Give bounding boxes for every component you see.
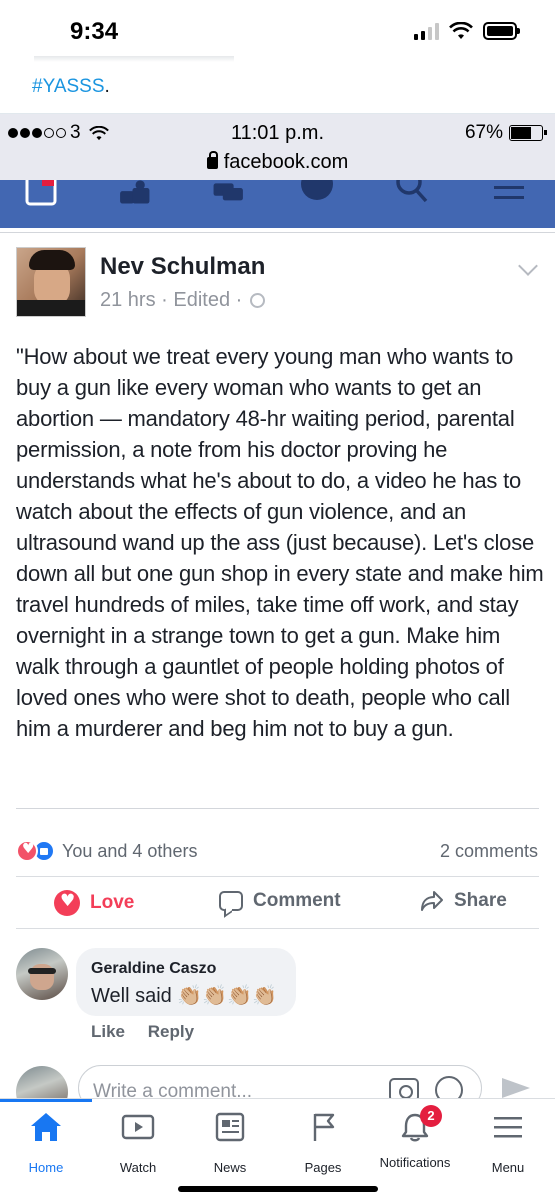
tab-menu[interactable]: Menu — [462, 1111, 554, 1175]
wifi-icon — [449, 22, 473, 39]
inner-battery-icon — [509, 125, 547, 141]
comment-icon — [219, 891, 243, 911]
reaction-summary[interactable]: You and 4 others — [62, 841, 197, 862]
share-icon — [421, 891, 443, 911]
pages-flag-icon — [313, 1113, 335, 1141]
bottom-tab-bar: Home Watch News Pages 2 Notifications Me… — [0, 1098, 555, 1200]
globe-icon — [249, 293, 265, 308]
tab-pages-label: Pages — [304, 1160, 342, 1175]
love-button[interactable]: Love — [54, 890, 134, 916]
inner-status-bar: 3 11:01 p.m. 67% facebook.com — [0, 114, 555, 180]
home-icon — [31, 1113, 61, 1141]
messages-icon[interactable] — [212, 180, 246, 210]
reactions-row[interactable]: You and 4 others 2 comments — [0, 836, 555, 866]
newsfeed-icon[interactable] — [24, 180, 58, 210]
hashtag-link[interactable]: #YASSS — [32, 76, 105, 97]
status-time: 9:34 — [70, 18, 119, 45]
post-card: Nev Schulman 21 hrs · Edited · "How abou… — [0, 232, 555, 810]
chevron-down-icon[interactable] — [518, 256, 538, 276]
tab-watch-label: Watch — [119, 1160, 157, 1175]
notification-badge: 2 — [420, 1105, 442, 1127]
search-nav-icon[interactable] — [395, 180, 429, 210]
comment-author[interactable]: Geraldine Caszo — [91, 960, 216, 978]
friends-icon[interactable] — [117, 180, 151, 210]
love-reaction-icon — [16, 840, 38, 862]
comment-button[interactable]: Comment — [219, 890, 341, 912]
post-meta: 21 hrs · Edited · — [100, 289, 265, 312]
battery-icon — [483, 22, 520, 40]
tab-news-label: News — [213, 1160, 247, 1175]
lock-icon — [206, 151, 218, 169]
share-button[interactable]: Share — [420, 890, 507, 912]
url-bar[interactable]: facebook.com — [0, 151, 555, 174]
comments-count[interactable]: 2 comments — [440, 841, 538, 862]
comment-like-link[interactable]: Like — [91, 1022, 125, 1041]
tab-notifications-label: Notifications — [379, 1155, 451, 1170]
tab-home-label: Home — [28, 1160, 64, 1175]
love-label: Love — [90, 892, 135, 913]
url-text: facebook.com — [223, 151, 349, 173]
love-icon — [54, 890, 80, 916]
tab-home[interactable]: Home — [0, 1111, 92, 1175]
comment-label: Comment — [253, 890, 341, 911]
tab-notifications[interactable]: 2 Notifications — [369, 1105, 461, 1170]
hashtag-line: #YASSS. — [32, 76, 110, 98]
menu-nav-icon[interactable] — [492, 180, 526, 210]
comment-actions: Like Reply — [91, 1022, 212, 1042]
facebook-nav-bar — [0, 180, 555, 228]
tab-news[interactable]: News — [184, 1111, 276, 1175]
actions-divider-top — [16, 876, 539, 877]
comment-body: Well said — [91, 985, 172, 1007]
post-body: "How about we treat every young man who … — [16, 344, 544, 741]
reaction-icons — [16, 840, 55, 862]
tweet-remnant: #YASSS. — [0, 56, 555, 114]
tab-watch[interactable]: Watch — [92, 1111, 184, 1175]
post-author[interactable]: Nev Schulman — [100, 253, 265, 281]
author-avatar[interactable] — [16, 247, 86, 317]
outer-status-bar: 9:34 — [0, 0, 555, 60]
globe-nav-icon[interactable] — [300, 180, 334, 210]
commenter-avatar[interactable] — [16, 948, 68, 1000]
inner-battery: 67% — [464, 122, 547, 144]
action-bar: Love Comment Share — [0, 880, 555, 926]
watch-icon — [121, 1114, 155, 1140]
tab-menu-label: Menu — [491, 1160, 525, 1175]
cropped-text-line — [34, 56, 234, 62]
active-tab-indicator — [0, 1099, 92, 1102]
news-icon — [215, 1112, 245, 1142]
hamburger-icon — [494, 1117, 522, 1138]
post-timestamp[interactable]: 21 hrs · Edited · — [100, 289, 242, 311]
status-icons — [414, 22, 520, 40]
comment-text: Well said 👏🏼👏🏼👏🏼👏🏼 — [91, 983, 277, 1008]
bell-icon-wrap: 2 — [398, 1105, 442, 1143]
hashtag-period: . — [104, 76, 110, 97]
comment-bubble: Geraldine Caszo Well said 👏🏼👏🏼👏🏼👏🏼 — [76, 948, 296, 1016]
actions-divider-bottom — [16, 928, 539, 929]
send-icon[interactable] — [502, 1078, 530, 1098]
cellular-signal-icon — [414, 22, 439, 40]
home-indicator[interactable] — [178, 1186, 378, 1192]
clapping-hands-icon: 👏🏼👏🏼👏🏼👏🏼 — [177, 983, 277, 1007]
comment-reply-link[interactable]: Reply — [148, 1022, 194, 1041]
share-label: Share — [454, 890, 507, 911]
tab-pages[interactable]: Pages — [277, 1111, 369, 1175]
battery-percent: 67% — [464, 122, 503, 143]
card-divider — [16, 808, 539, 809]
